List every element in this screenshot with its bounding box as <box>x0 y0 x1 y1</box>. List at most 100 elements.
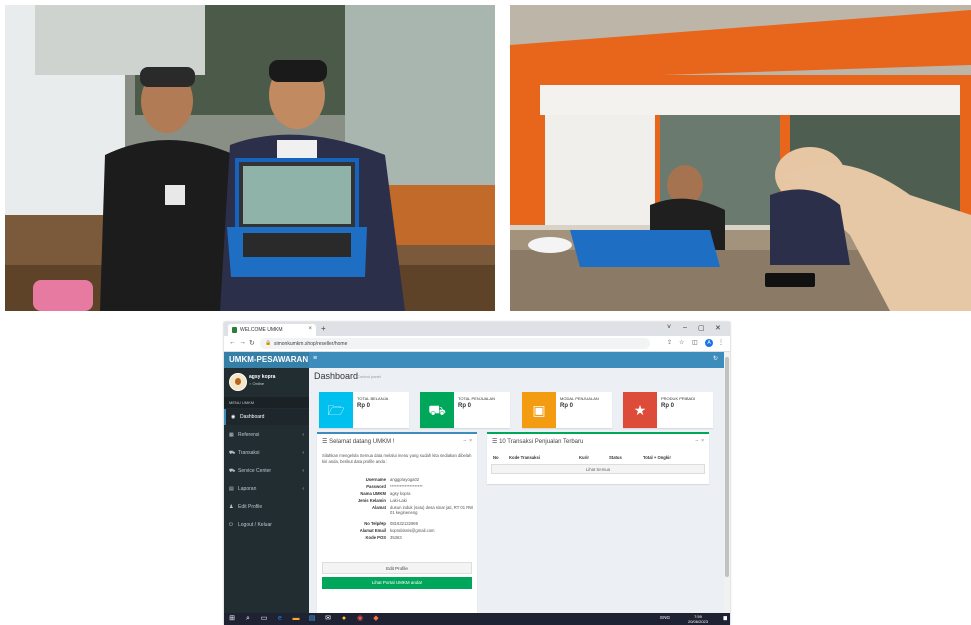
info-box-value: Rp 0 <box>458 403 472 409</box>
reload-icon[interactable]: ↻ <box>249 339 255 347</box>
online-dot-icon: ● <box>249 381 252 386</box>
minimize-button[interactable]: – <box>683 324 687 331</box>
sidebar-item-label: Logout / Keluar <box>238 522 272 528</box>
field-key: Alamat Email <box>359 528 386 533</box>
scrollbar-thumb[interactable] <box>725 357 729 577</box>
profile-avatar[interactable]: A <box>705 339 713 347</box>
transactions-table-header: No Kode Transaksi Kurir Status Total + O… <box>491 453 705 462</box>
tab-search-icon[interactable]: ˅ <box>667 324 671 331</box>
app-icon[interactable]: ◆ <box>372 615 380 623</box>
field-key: No Telp/Hp <box>364 521 386 526</box>
notification-icon[interactable]: ▆ <box>724 615 727 621</box>
app-logo[interactable]: UMKM-PESAWARAN <box>224 352 309 368</box>
chevron-left-icon: ‹ <box>302 450 304 456</box>
field-key: Alamat <box>372 505 386 510</box>
windows-start-icon[interactable]: ⊞ <box>228 615 236 623</box>
mail-icon[interactable]: ✉ <box>324 615 332 623</box>
info-box-total-penjualan: ⛟ TOTAL PENJUALAN Rp 0 <box>420 392 510 428</box>
sidebar-item-service-center[interactable]: ⛟ Service Center ‹ <box>224 463 309 479</box>
user-status-label: Online <box>252 381 265 386</box>
transactions-title-text: 10 Transaksi Penjualan Terbaru <box>499 439 584 445</box>
welcome-text: Silahkan mengelola Semua data melalui me… <box>322 453 472 464</box>
store-icon[interactable]: ▤ <box>308 615 316 623</box>
info-box-label: TOTAL PENJUALAN <box>458 396 496 401</box>
tab-title: WELCOME UMKM <box>240 327 283 333</box>
search-icon[interactable]: ⌕ <box>244 615 252 623</box>
sidebar-item-edit-profile[interactable]: ♟ Edit Profile <box>224 499 309 515</box>
new-tab-button[interactable]: + <box>321 324 326 333</box>
field-key: Username <box>365 477 386 482</box>
sidebar-item-label: Service Center <box>238 468 272 474</box>
photo-laptop-discussion <box>510 5 971 311</box>
transactions-box-title: ☰ 10 Transaksi Penjualan Terbaru <box>492 438 583 445</box>
browser-tab[interactable]: WELCOME UMKM × <box>228 324 316 336</box>
clock-date: 20/06/2023 <box>687 619 708 624</box>
app-header: UMKM-PESAWARAN ≡ ↻ <box>224 352 724 368</box>
refresh-icon[interactable]: ↻ <box>713 355 718 362</box>
user-icon: ♟ <box>229 504 234 510</box>
box-tools[interactable]: – × <box>696 438 704 444</box>
info-box-modal-penjualan: ▣ MODAL PENJUALAN Rp 0 <box>522 392 612 428</box>
task-view-icon[interactable]: ▭ <box>260 615 268 623</box>
menu-header: MENU UMKM <box>224 397 309 408</box>
edge-icon[interactable]: e <box>276 615 284 623</box>
cart-icon: ⛟ <box>420 392 454 428</box>
user-panel: agsy kopra ● Online <box>224 368 309 396</box>
address-bar: ← → ↻ 🔒 simonkumkm.shop/reseller/home ⇪ … <box>224 336 730 352</box>
info-box-value: Rp 0 <box>560 403 574 409</box>
chevron-left-icon: ‹ <box>302 486 304 492</box>
info-box-total-belanja: 🗁 TOTAL BELANJA Rp 0 <box>319 392 409 428</box>
field-key: Password <box>366 484 386 489</box>
field-value: agsy kopra <box>390 491 411 496</box>
info-box-label: PRODUK PRIBADI <box>661 396 696 401</box>
language-indicator[interactable]: ENG <box>660 615 670 620</box>
welcome-title-text: Selamat datang UMKM ! <box>329 439 395 445</box>
sidebar-item-label: Transaksi <box>238 450 260 456</box>
list-icon: ☰ <box>492 439 498 445</box>
view-all-button[interactable]: Lihat Semua <box>491 464 705 474</box>
sidebar-item-label: Edit Profile <box>238 504 263 510</box>
close-window-button[interactable]: ✕ <box>715 324 721 332</box>
list-icon: ☰ <box>322 439 328 445</box>
back-icon[interactable]: ← <box>229 339 236 346</box>
sidebar-item-laporan[interactable]: ▤ Laporan ‹ <box>224 481 309 497</box>
url-text: simonkumkm.shop/reseller/home <box>274 340 348 347</box>
favicon-icon <box>232 327 237 333</box>
edit-profile-button[interactable]: Edit Profile <box>322 562 472 574</box>
field-key: Kode POS <box>365 535 386 540</box>
app-window: UMKM-PESAWARAN ≡ ↻ agsy kopra ● Online M… <box>224 352 724 614</box>
sidebar-item-dashboard[interactable]: ◉ Dashboard <box>224 409 309 425</box>
app-screenshot: WELCOME UMKM × + ˅ – ▢ ✕ ← → ↻ 🔒 simonku… <box>224 322 730 625</box>
chrome-icon[interactable]: ◉ <box>356 615 364 623</box>
maximize-button[interactable]: ▢ <box>698 324 705 332</box>
scrollbar[interactable] <box>724 352 730 613</box>
field-key: Jenis Kelamin <box>357 498 386 503</box>
view-portal-button[interactable]: Lihat Portal UMKM anda! <box>322 577 472 589</box>
bookmark-star-icon[interactable]: ☆ <box>679 339 684 346</box>
sidebar-item-label: Referensi <box>238 432 260 438</box>
forward-icon[interactable]: → <box>239 339 246 346</box>
tab-close-icon[interactable]: × <box>308 326 312 332</box>
hamburger-icon[interactable]: ≡ <box>313 355 317 362</box>
column-header: Kode Transaksi <box>509 455 540 460</box>
browser-menu-icon[interactable]: ⋮ <box>718 339 724 346</box>
briefcase-icon: ▣ <box>522 392 556 428</box>
sidepanel-icon[interactable]: ◫ <box>692 339 698 346</box>
field-value: 35363 <box>390 535 402 540</box>
column-header: No <box>493 455 499 460</box>
cart-icon: ⛟ <box>229 450 236 456</box>
transactions-box: ☰ 10 Transaksi Penjualan Terbaru – × No … <box>487 432 709 484</box>
app-icon[interactable]: ● <box>340 615 348 623</box>
url-input[interactable]: 🔒 simonkumkm.shop/reseller/home <box>260 338 650 349</box>
sidebar-item-logout[interactable]: ⏻ Logout / Keluar <box>224 517 309 533</box>
user-name: agsy kopra <box>249 374 276 380</box>
info-box-value: Rp 0 <box>661 403 675 409</box>
sidebar-item-referensi[interactable]: ▦ Referensi ‹ <box>224 427 309 443</box>
column-header: Status <box>609 455 622 460</box>
share-icon[interactable]: ⇪ <box>667 339 672 346</box>
box-tools[interactable]: – × <box>464 438 472 444</box>
file-explorer-icon[interactable]: ▬ <box>292 615 300 623</box>
clock[interactable]: 7:59 20/06/2023 <box>688 614 708 624</box>
browser-tab-bar: WELCOME UMKM × + ˅ – ▢ ✕ <box>224 322 730 336</box>
sidebar-item-transaksi[interactable]: ⛟ Transaksi ‹ <box>224 445 309 461</box>
